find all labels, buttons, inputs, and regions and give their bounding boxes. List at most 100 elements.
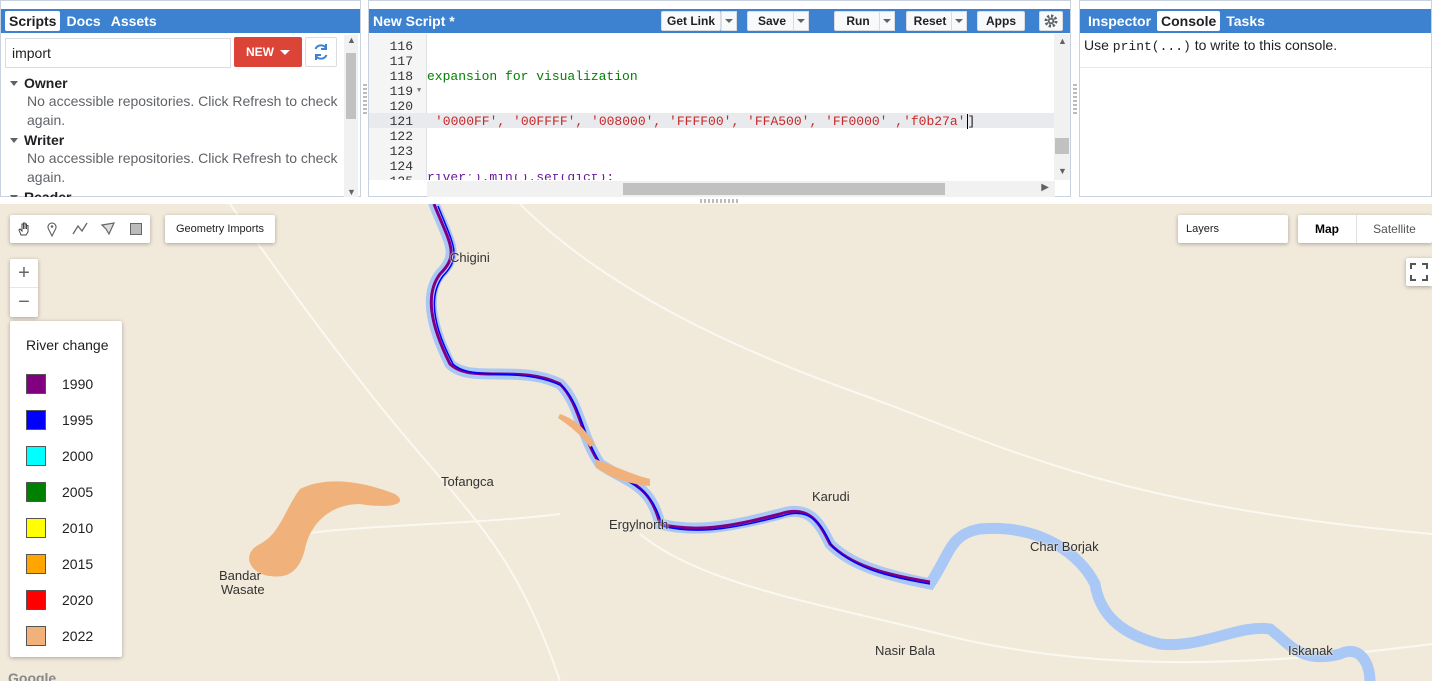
scroll-down-icon[interactable]: ▼ <box>347 187 356 197</box>
editor-toolbar: New Script * Get Link Save Run Reset App… <box>369 9 1070 33</box>
legend-label: 2000 <box>62 448 94 464</box>
tab-assets[interactable]: Assets <box>107 11 161 31</box>
scroll-down-icon[interactable]: ▼ <box>1058 166 1067 176</box>
point-tool[interactable] <box>38 215 66 243</box>
geometry-imports-button[interactable]: Geometry Imports <box>165 215 275 243</box>
chevron-down-icon <box>797 19 805 23</box>
scroll-thumb[interactable] <box>346 53 356 119</box>
line-number: 124 <box>389 159 413 174</box>
tab-scripts[interactable]: Scripts <box>5 11 61 31</box>
bracket-close: ] <box>966 114 976 129</box>
legend-item: 1995 <box>26 402 122 438</box>
drawing-tools <box>10 215 150 243</box>
legend-label: 2020 <box>62 592 94 608</box>
script-filter-input[interactable] <box>5 38 231 68</box>
fold-arrow-icon[interactable]: ▼ <box>417 87 421 95</box>
line-number: 122 <box>389 129 413 144</box>
script-title: New Script * <box>373 13 455 29</box>
zoom-out-button[interactable]: − <box>10 288 38 317</box>
gear-icon <box>1044 14 1058 28</box>
map-type-map[interactable]: Map <box>1298 215 1356 243</box>
console-hint-suffix: to write to this console. <box>1190 37 1338 53</box>
line-number: 118 <box>389 69 413 84</box>
tab-docs[interactable]: Docs <box>62 11 104 31</box>
place-label: Bandar <box>219 568 261 583</box>
line-number: 117 <box>389 54 413 69</box>
line-number: 116 <box>389 39 413 54</box>
panel-resize-handle[interactable] <box>363 84 367 114</box>
run-button[interactable]: Run <box>834 11 882 31</box>
code-area[interactable]: 116 117 118 119 ▼ 120 121 122 123 124 12… <box>369 34 1055 180</box>
place-label: Chigini <box>450 250 490 265</box>
line-number: 119 <box>389 84 413 99</box>
scroll-right-icon[interactable]: ▶ <box>1041 182 1049 193</box>
code-line-118: expansion for visualization <box>427 69 638 84</box>
legend-item: 2020 <box>26 582 122 618</box>
scroll-up-icon[interactable]: ▲ <box>1058 36 1067 46</box>
new-button[interactable]: NEW <box>234 37 302 67</box>
place-label: Nasir Bala <box>875 643 935 658</box>
tab-tasks[interactable]: Tasks <box>1222 11 1269 31</box>
map-resize-handle[interactable] <box>700 199 740 203</box>
pan-tool[interactable] <box>10 215 38 243</box>
scroll-thumb[interactable] <box>623 183 945 195</box>
legend-label: 2022 <box>62 628 94 644</box>
code-vertical-scrollbar[interactable]: ▲ ▼ <box>1054 34 1070 180</box>
road <box>229 204 561 681</box>
get-link-dropdown[interactable] <box>721 11 737 31</box>
code-horizontal-scrollbar[interactable]: ▶ <box>427 181 1055 197</box>
expand-triangle-icon <box>10 137 18 143</box>
console-hint: Use print(...) to write to this console. <box>1084 37 1337 54</box>
scroll-up-icon[interactable]: ▲ <box>347 35 356 45</box>
repo-reader[interactable]: Reader <box>5 188 341 197</box>
legend-swatch <box>26 554 46 574</box>
line-tool[interactable] <box>66 215 94 243</box>
code-line-121: '0000FF', '00FFFF', '008000', 'FFFF00', … <box>435 114 976 129</box>
line-number: 123 <box>389 144 413 159</box>
legend-label: 2005 <box>62 484 94 500</box>
save-button[interactable]: Save <box>747 11 797 31</box>
repo-writer-message: No accessible repositories. Click Refres… <box>27 150 338 185</box>
reset-button[interactable]: Reset <box>906 11 954 31</box>
place-label: Tofangca <box>441 474 494 489</box>
expand-triangle-icon <box>10 80 18 86</box>
reset-dropdown[interactable] <box>951 11 967 31</box>
get-link-button[interactable]: Get Link <box>661 11 721 31</box>
polyline-icon <box>72 222 88 235</box>
refresh-button[interactable] <box>305 37 337 67</box>
legend-swatch <box>26 626 46 646</box>
right-tabbar: Inspector Console Tasks <box>1080 9 1431 33</box>
panel-resize-handle[interactable] <box>1073 84 1077 114</box>
code-editor-panel: New Script * Get Link Save Run Reset App… <box>368 0 1071 197</box>
google-logo: Google <box>8 670 57 681</box>
save-dropdown[interactable] <box>793 11 809 31</box>
place-label: Wasate <box>221 582 265 597</box>
rectangle-tool[interactable] <box>122 215 150 243</box>
scroll-thumb[interactable] <box>1055 138 1069 154</box>
zoom-control: + − <box>10 259 38 317</box>
console-panel: Inspector Console Tasks Use print(...) t… <box>1079 0 1432 197</box>
fullscreen-icon <box>1410 263 1428 281</box>
place-label: Ergylnorth <box>609 517 669 532</box>
layers-button[interactable]: Layers <box>1178 215 1288 243</box>
settings-button[interactable] <box>1039 11 1063 31</box>
line-number: 120 <box>389 99 413 114</box>
scripts-panel: Scripts Docs Assets NEW Owner No accessi… <box>0 0 361 197</box>
new-button-label: NEW <box>246 45 274 59</box>
legend-swatch <box>26 518 46 538</box>
zoom-in-button[interactable]: + <box>10 259 38 288</box>
map-type-satellite[interactable]: Satellite <box>1356 215 1432 243</box>
repo-writer[interactable]: Writer <box>5 131 341 149</box>
repo-owner[interactable]: Owner <box>5 74 341 92</box>
polygon-tool[interactable] <box>94 215 122 243</box>
run-dropdown[interactable] <box>879 11 895 31</box>
tab-console[interactable]: Console <box>1157 11 1221 31</box>
fullscreen-button[interactable] <box>1406 258 1432 286</box>
map-view[interactable]: Chigini Tofangca Ergylnorth Karudi Char … <box>0 204 1432 681</box>
left-scrollbar[interactable]: ▲ ▼ <box>344 35 358 197</box>
road <box>519 204 1432 535</box>
river-base <box>425 204 1376 681</box>
repository-tree: Owner No accessible repositories. Click … <box>5 73 341 197</box>
tab-inspector[interactable]: Inspector <box>1084 11 1155 31</box>
apps-button[interactable]: Apps <box>977 11 1025 31</box>
